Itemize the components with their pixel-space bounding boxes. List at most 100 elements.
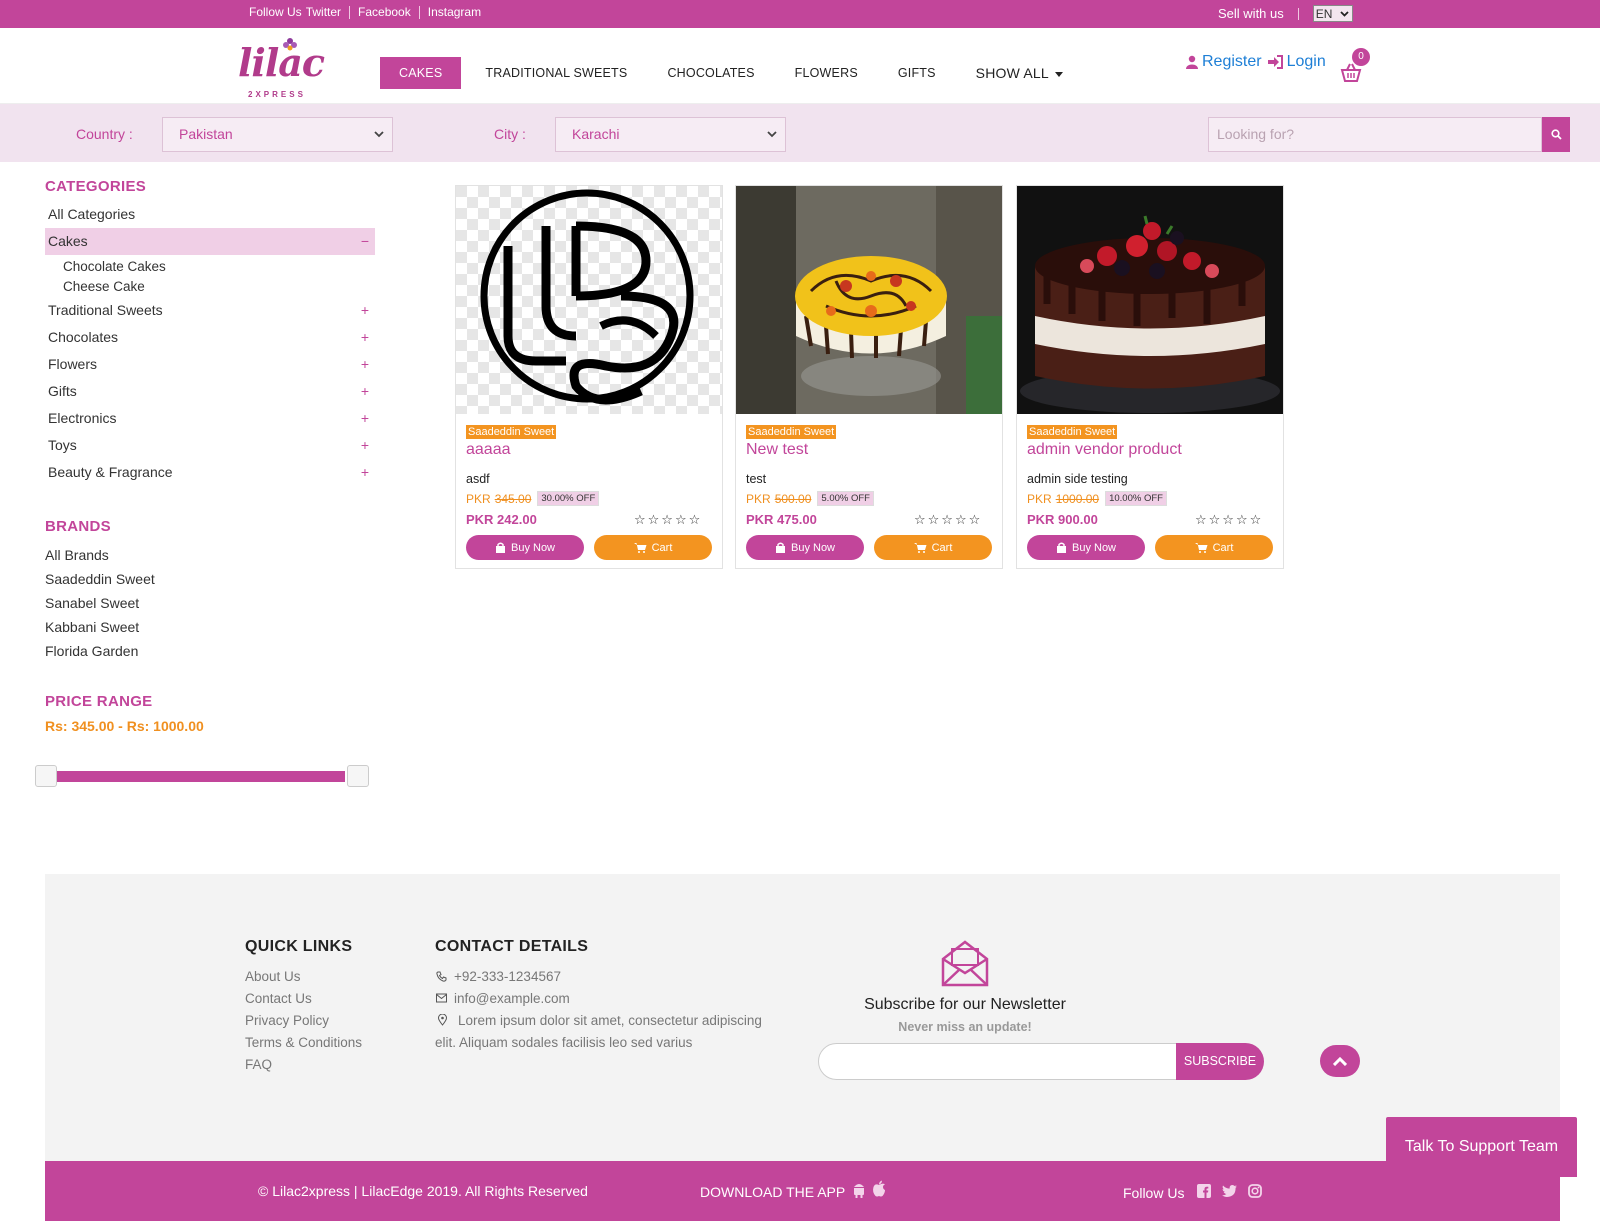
old-price: 500.00 (774, 491, 812, 506)
vendor-badge: Saadeddin Sweet (466, 425, 557, 439)
facebook-icon[interactable] (1197, 1184, 1211, 1198)
brand-item-all[interactable]: All Brands (45, 543, 375, 567)
add-to-cart-button[interactable]: Cart (594, 535, 712, 560)
buy-now-button[interactable]: Buy Now (746, 535, 864, 560)
buy-now-button[interactable]: Buy Now (1027, 535, 1145, 560)
expand-toggle[interactable]: + (361, 378, 369, 405)
newsletter-email-input[interactable] (818, 1043, 1178, 1080)
footer-link-contact[interactable]: Contact Us (245, 991, 312, 1006)
footer-link-about[interactable]: About Us (245, 969, 301, 984)
category-item-all[interactable]: All Categories (45, 201, 375, 228)
rating-stars[interactable]: ☆☆☆☆☆ (1195, 512, 1263, 528)
contact-email[interactable]: info@example.com (454, 991, 570, 1006)
brand-item[interactable]: Kabbani Sweet (45, 615, 375, 639)
login-link[interactable]: Login (1287, 53, 1326, 71)
product-image[interactable] (736, 186, 1002, 414)
brand-item[interactable]: Saadeddin Sweet (45, 567, 375, 591)
buy-now-button[interactable]: Buy Now (466, 535, 584, 560)
country-select[interactable]: Pakistan (162, 117, 393, 152)
country-label: Country : (76, 126, 133, 142)
nav-item-cakes[interactable]: CAKES (380, 57, 462, 89)
category-item-traditional-sweets[interactable]: Traditional Sweets + (45, 297, 375, 324)
brand-list: All Brands Saadeddin Sweet Sanabel Sweet… (45, 543, 375, 663)
category-item-flowers[interactable]: Flowers + (45, 351, 375, 378)
nav-item-flowers[interactable]: FLOWERS (795, 57, 858, 89)
add-to-cart-button[interactable]: Cart (1155, 535, 1273, 560)
auth-links: Register Login (1186, 53, 1332, 71)
rating-stars[interactable]: ☆☆☆☆☆ (634, 512, 702, 528)
price-range-value: Rs: 345.00 - Rs: 1000.00 (45, 718, 204, 734)
site-logo[interactable]: lilac 2XPRESS (236, 36, 325, 100)
category-item-toys[interactable]: Toys + (45, 432, 375, 459)
product-image[interactable] (1017, 186, 1283, 414)
add-to-cart-button[interactable]: Cart (874, 535, 992, 560)
twitter-icon[interactable] (1222, 1185, 1237, 1197)
footer-link-faq[interactable]: FAQ (245, 1057, 272, 1072)
facebook-link[interactable]: Facebook (349, 6, 419, 19)
top-bar: Follow Us Twitter Facebook Instagram Sel… (0, 0, 1600, 28)
price-range-slider[interactable] (35, 765, 369, 787)
expand-toggle[interactable]: + (361, 351, 369, 378)
slider-min-handle[interactable] (35, 765, 57, 787)
product-card[interactable]: Saadeddin Sweet admin vendor product adm… (1016, 185, 1284, 569)
subcategory-item[interactable]: Chocolate Cakes (45, 257, 375, 277)
android-icon[interactable] (852, 1182, 866, 1198)
brand-item[interactable]: Florida Garden (45, 639, 375, 663)
expand-toggle[interactable]: + (361, 405, 369, 432)
brand-item[interactable]: Sanabel Sweet (45, 591, 375, 615)
expand-toggle[interactable]: + (361, 324, 369, 351)
product-title[interactable]: aaaaa (466, 441, 511, 459)
category-item-gifts[interactable]: Gifts + (45, 378, 375, 405)
slider-max-handle[interactable] (347, 765, 369, 787)
product-card[interactable]: Saadeddin Sweet New test test PKR 500.00… (735, 185, 1003, 569)
register-link[interactable]: Register (1202, 53, 1262, 71)
product-card[interactable]: Saadeddin Sweet aaaaa asdf PKR 345.00 30… (455, 185, 723, 569)
nav-item-gifts[interactable]: GIFTS (898, 57, 936, 89)
twitter-link[interactable]: Twitter (306, 6, 349, 19)
collapse-toggle[interactable]: − (361, 228, 369, 255)
product-price: PKR 900.00 (1027, 512, 1098, 527)
phone-icon (436, 971, 447, 982)
logo-tagline: 2XPRESS (248, 90, 306, 99)
category-item-beauty-fragrance[interactable]: Beauty & Fragrance + (45, 459, 375, 486)
subscribe-button[interactable]: SUBSCRIBE (1176, 1043, 1264, 1080)
expand-toggle[interactable]: + (361, 297, 369, 324)
cart-button[interactable]: 0 (1340, 48, 1370, 84)
instagram-link[interactable]: Instagram (418, 6, 489, 19)
sell-with-us-link[interactable]: Sell with us (1218, 6, 1284, 21)
flower-icon (283, 38, 297, 51)
language-select[interactable]: EN (1312, 5, 1353, 22)
search-icon (1550, 129, 1562, 140)
city-select[interactable]: Karachi (555, 117, 786, 152)
buy-now-label: Buy Now (790, 541, 836, 554)
apple-icon[interactable] (872, 1180, 886, 1197)
rating-stars[interactable]: ☆☆☆☆☆ (914, 512, 982, 528)
expand-toggle[interactable]: + (361, 459, 369, 486)
footer-link-privacy[interactable]: Privacy Policy (245, 1013, 329, 1028)
newsletter-block: Subscribe for our Newsletter Never miss … (815, 939, 1115, 1034)
support-chat-button[interactable]: Talk To Support Team (1386, 1117, 1577, 1177)
subcategory-item[interactable]: Cheese Cake (45, 277, 375, 297)
product-title[interactable]: New test (746, 441, 808, 459)
nav-item-chocolates[interactable]: CHOCOLATES (667, 57, 754, 89)
nav-item-show-all[interactable]: SHOW ALL (976, 57, 1063, 89)
expand-toggle[interactable]: + (361, 432, 369, 459)
cart-label: Cart (651, 541, 673, 554)
city-value: Karachi (572, 126, 620, 142)
product-description: test (746, 472, 767, 486)
search-button[interactable] (1542, 117, 1570, 152)
old-price-row: PKR 1000.00 10.00% OFF (1027, 491, 1167, 506)
category-item-cakes[interactable]: Cakes − (45, 228, 375, 255)
instagram-icon[interactable] (1248, 1184, 1262, 1198)
scroll-to-top-button[interactable] (1320, 1045, 1360, 1077)
category-item-chocolates[interactable]: Chocolates + (45, 324, 375, 351)
header: lilac 2XPRESS CAKES TRADITIONAL SWEETS C… (0, 28, 1600, 104)
product-title[interactable]: admin vendor product (1027, 441, 1182, 459)
category-item-electronics[interactable]: Electronics + (45, 405, 375, 432)
search-input[interactable]: Looking for? (1208, 117, 1542, 152)
footer-link-terms[interactable]: Terms & Conditions (245, 1035, 362, 1050)
nav-item-traditional-sweets[interactable]: TRADITIONAL SWEETS (485, 57, 627, 89)
product-price: PKR 475.00 (746, 512, 817, 527)
category-label: Beauty & Fragrance (48, 464, 173, 480)
product-image[interactable] (456, 186, 722, 414)
